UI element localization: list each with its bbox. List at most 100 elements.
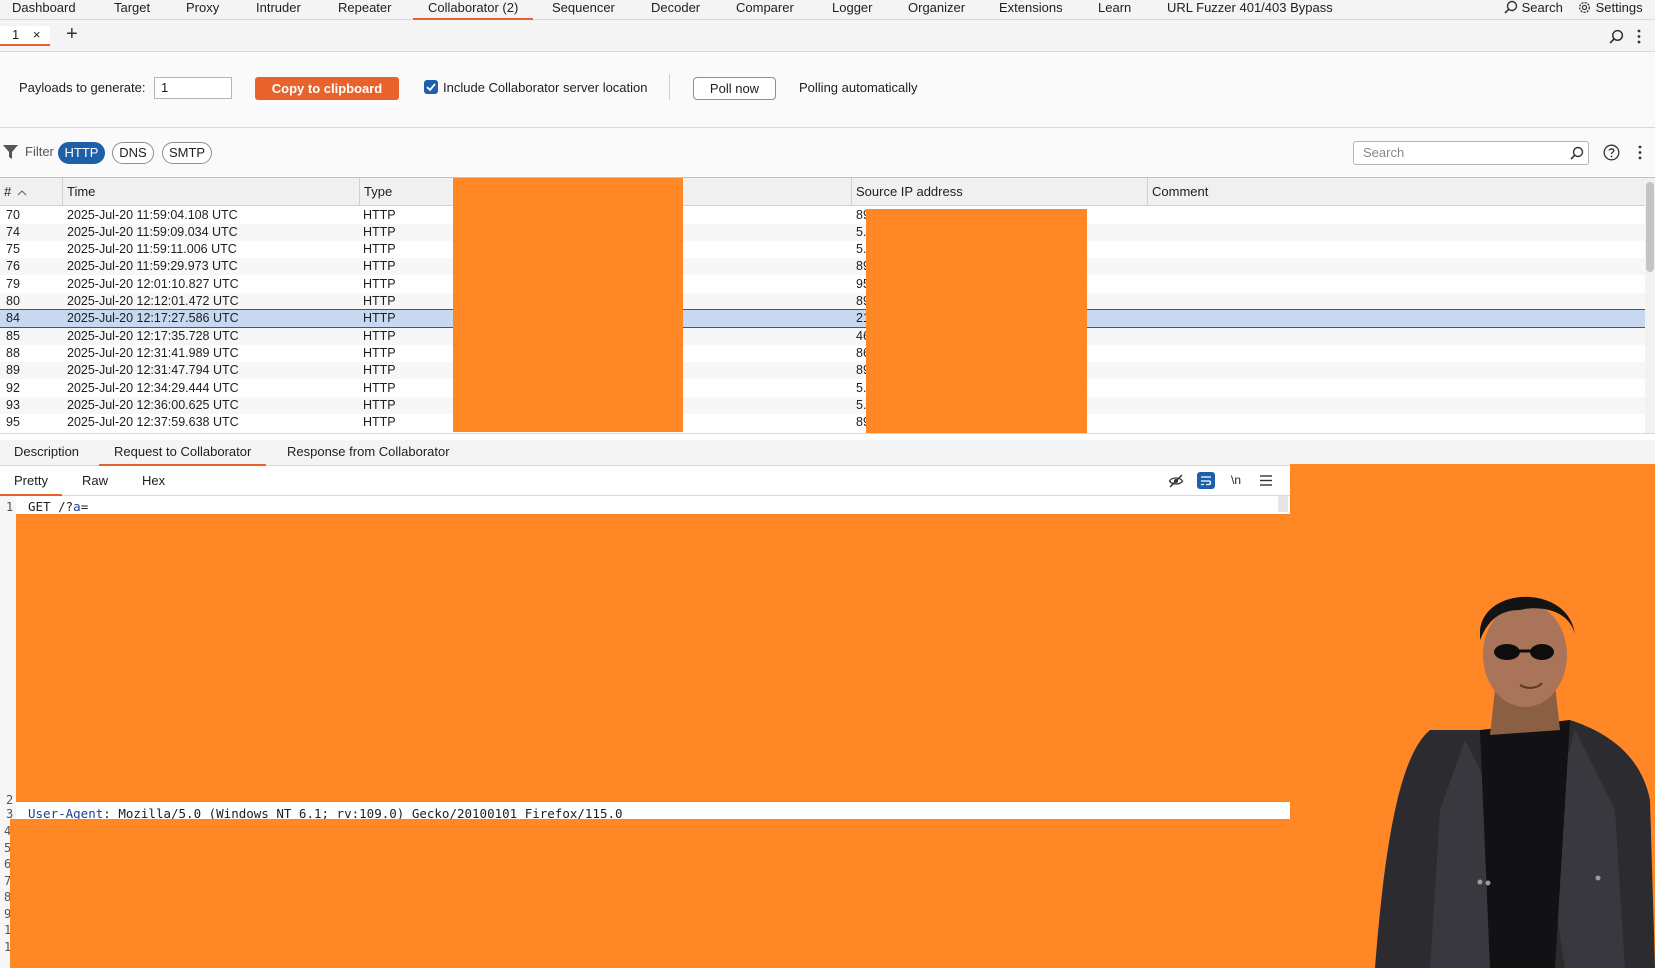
table-search-input[interactable]: Search — [1353, 141, 1589, 165]
polling-status: Polling automatically — [799, 80, 918, 95]
close-icon[interactable]: × — [33, 27, 41, 42]
tab-pretty[interactable]: Pretty — [0, 466, 62, 496]
search-icon[interactable] — [1570, 146, 1584, 160]
table-scrollbar-thumb[interactable] — [1646, 182, 1654, 272]
tab-request-to-collaborator[interactable]: Request to Collaborator — [99, 440, 267, 466]
nav-tab-repeater[interactable]: Repeater — [338, 0, 391, 20]
redaction-block — [866, 209, 1087, 433]
show-newlines-button[interactable]: \n — [1231, 473, 1241, 487]
table-row[interactable]: 85 2025-Jul-20 12:17:35.728 UTC HTTP 46 — [0, 327, 1645, 345]
column-header-num[interactable]: # — [0, 178, 63, 206]
nav-tab-logger[interactable]: Logger — [832, 0, 872, 20]
word-wrap-button[interactable] — [1197, 472, 1215, 489]
table-row[interactable]: 76 2025-Jul-20 11:59:29.973 UTC HTTP 89 — [0, 258, 1645, 276]
row-number: 93 — [6, 397, 20, 412]
nav-tab-sequencer[interactable]: Sequencer — [552, 0, 615, 20]
add-tab-icon[interactable]: + — [66, 23, 78, 46]
row-time: 2025-Jul-20 12:17:27.586 UTC — [67, 311, 239, 326]
table-row[interactable]: 79 2025-Jul-20 12:01:10.827 UTC HTTP 95 — [0, 276, 1645, 293]
editor-scrollbar[interactable] — [1278, 496, 1288, 512]
column-header-time[interactable]: Time — [63, 178, 360, 206]
divider — [669, 74, 670, 100]
hide-nonprintable-icon[interactable] — [1168, 473, 1184, 489]
table-search-placeholder: Search — [1363, 145, 1405, 160]
nav-tab-extensions[interactable]: Extensions — [999, 0, 1063, 20]
table-scrollbar[interactable] — [1645, 178, 1655, 433]
row-number: 84 — [6, 311, 20, 326]
nav-tab-collaborator[interactable]: Collaborator (2) — [413, 0, 534, 20]
filter-label[interactable]: Filter — [25, 144, 54, 159]
filter-pill-smtp[interactable]: SMTP — [162, 142, 212, 164]
row-type: HTTP — [363, 311, 396, 326]
row-time: 2025-Jul-20 12:34:29.444 UTC — [67, 380, 239, 395]
settings-label: Settings — [1595, 0, 1643, 15]
payloads-count-input[interactable]: 1 — [154, 77, 232, 99]
row-number: 85 — [6, 328, 20, 343]
search-icon[interactable] — [1609, 29, 1624, 44]
nav-tab-learn[interactable]: Learn — [1098, 0, 1131, 20]
nav-tab-decoder[interactable]: Decoder — [651, 0, 700, 20]
row-type: HTTP — [363, 276, 396, 291]
table-row[interactable]: 89 2025-Jul-20 12:31:47.794 UTC HTTP 89 — [0, 362, 1645, 380]
row-type: HTTP — [363, 397, 396, 412]
row-type: HTTP — [363, 380, 396, 395]
nav-tab-dashboard[interactable]: Dashboard — [12, 0, 76, 20]
nav-tab-proxy[interactable]: Proxy — [186, 0, 219, 20]
table-row[interactable]: 95 2025-Jul-20 12:37:59.638 UTC HTTP 89 — [0, 414, 1645, 431]
table-row[interactable]: 92 2025-Jul-20 12:34:29.444 UTC HTTP 5. — [0, 380, 1645, 397]
nav-tab-comparer[interactable]: Comparer — [736, 0, 794, 20]
filter-icon[interactable] — [3, 145, 18, 159]
nav-tab-intruder[interactable]: Intruder — [256, 0, 301, 20]
nav-tab-target[interactable]: Target — [114, 0, 150, 20]
line-number: 1 — [6, 500, 14, 514]
help-icon[interactable] — [1603, 144, 1620, 161]
row-type: HTTP — [363, 415, 396, 430]
table-row[interactable]: 70 2025-Jul-20 11:59:04.108 UTC HTTP 89 — [0, 207, 1645, 224]
row-time: 2025-Jul-20 11:59:04.108 UTC — [67, 207, 238, 222]
include-location-checkbox[interactable] — [424, 80, 438, 94]
poll-now-button[interactable]: Poll now — [693, 77, 776, 100]
row-time: 2025-Jul-20 12:36:00.625 UTC — [67, 397, 239, 412]
table-row[interactable]: 88 2025-Jul-20 12:31:41.989 UTC HTTP 86 — [0, 345, 1645, 362]
search-icon — [1504, 0, 1518, 14]
filter-pill-http[interactable]: HTTP — [58, 142, 105, 164]
tab-response-from-collaborator[interactable]: Response from Collaborator — [287, 440, 450, 466]
gear-icon — [1578, 1, 1591, 14]
table-row[interactable]: 80 2025-Jul-20 12:12:01.472 UTC HTTP 89 — [0, 293, 1645, 310]
sort-ascending-icon — [17, 190, 27, 196]
copy-to-clipboard-button[interactable]: Copy to clipboard — [255, 77, 399, 100]
row-number: 74 — [6, 224, 20, 239]
table-row[interactable]: 84 2025-Jul-20 12:17:27.586 UTC HTTP 21 — [0, 309, 1646, 329]
redaction-block — [10, 819, 1290, 968]
row-time: 2025-Jul-20 11:59:09.034 UTC — [67, 224, 238, 239]
row-time: 2025-Jul-20 11:59:11.006 UTC — [67, 242, 237, 257]
column-header-comment[interactable]: Comment — [1148, 178, 1645, 206]
global-search-button[interactable]: Search — [1504, 0, 1563, 20]
row-type: HTTP — [363, 363, 396, 378]
settings-button[interactable]: Settings — [1577, 0, 1643, 20]
table-row[interactable]: 75 2025-Jul-20 11:59:11.006 UTC HTTP 5. — [0, 241, 1645, 258]
row-number: 75 — [6, 242, 20, 257]
kebab-menu-icon[interactable] — [1636, 29, 1642, 44]
tab-hex[interactable]: Hex — [142, 466, 165, 496]
row-type: HTTP — [363, 294, 396, 308]
subtab-label: 1 — [12, 27, 20, 42]
menu-icon[interactable] — [1260, 475, 1272, 486]
table-row[interactable]: 74 2025-Jul-20 11:59:09.034 UTC HTTP 5. — [0, 223, 1645, 241]
character-sticker-image — [1375, 596, 1655, 968]
filter-pill-dns[interactable]: DNS — [112, 142, 154, 164]
kebab-menu-icon[interactable] — [1637, 145, 1643, 160]
word-wrap-icon — [1201, 476, 1212, 486]
tab-description[interactable]: Description — [14, 440, 79, 466]
nav-tab-organizer[interactable]: Organizer — [908, 0, 965, 20]
row-number: 95 — [6, 415, 20, 430]
table-row[interactable]: 93 2025-Jul-20 12:36:00.625 UTC HTTP 5. — [0, 396, 1645, 414]
subtab-1[interactable]: 1 × — [0, 26, 50, 46]
redaction-block — [453, 178, 683, 432]
top-navigation: Dashboard Target Proxy Intruder Repeater… — [0, 0, 1655, 20]
collaborator-subtabs: 1 × + — [0, 20, 1655, 52]
nav-tab-url-fuzzer[interactable]: URL Fuzzer 401/403 Bypass — [1167, 0, 1333, 20]
row-number: 76 — [6, 259, 20, 274]
column-header-source-ip[interactable]: Source IP address — [852, 178, 1148, 206]
tab-raw[interactable]: Raw — [82, 466, 108, 496]
